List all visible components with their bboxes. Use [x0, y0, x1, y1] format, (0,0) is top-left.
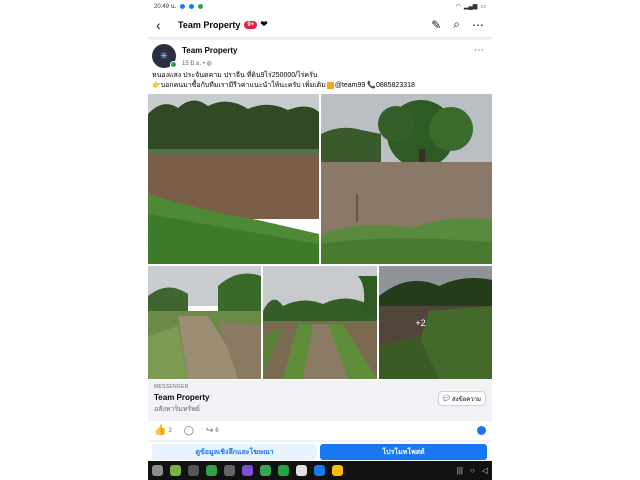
field-photo-1	[148, 94, 319, 264]
more-photos-overlay[interactable]: +2	[379, 266, 492, 379]
signal-icon: ▂▄▆	[463, 3, 478, 10]
post-date: 15 มิ.ย. •	[182, 61, 207, 67]
comment-button[interactable]: ◯	[184, 425, 194, 436]
field-photo-4	[263, 266, 377, 379]
photo-1[interactable]	[148, 94, 319, 264]
wifi-icon: ◠	[455, 3, 461, 10]
post-author[interactable]: Team Property	[182, 46, 237, 55]
send-message-label: ส่งข้อความ	[451, 396, 481, 403]
heart-icon[interactable]: ❤	[260, 19, 268, 30]
more-icon[interactable]: ⋯	[472, 18, 484, 32]
back-arrow-icon[interactable]: ‹	[156, 17, 170, 33]
camera-app-icon[interactable]	[188, 465, 199, 476]
post-header: ✳ Team Property 15 มิ.ย. • ◍ ⋯	[152, 43, 488, 69]
battery-icon: ▭	[480, 3, 486, 10]
system-nav-bar: ||| ○ ◁	[148, 461, 492, 480]
app-icon-2[interactable]	[242, 465, 253, 476]
like-count: 2	[168, 427, 172, 434]
facebook-app-icon[interactable]	[314, 465, 325, 476]
view-insights-button[interactable]: ดูข้อมูลเชิงลึกและโฆษณา	[152, 444, 317, 460]
caption-line-2-text: 👉บอกคนมาซื้อกับทีมเรามีรีวค่าแนะนำให้นะค…	[152, 82, 326, 89]
photo-4[interactable]	[263, 266, 377, 379]
caption-contact: @team99 📞0885823318	[334, 82, 415, 89]
app-icon-1[interactable]	[170, 465, 181, 476]
play-store-icon[interactable]	[260, 465, 271, 476]
status-time: 20:49 น.	[154, 4, 177, 10]
phone-screen: 20:49 น. ◠ ▂▄▆ ▭ ‹ Team Property 9+ ❤ ✎ …	[148, 0, 492, 480]
status-bar: 20:49 น. ◠ ▂▄▆ ▭	[148, 0, 492, 12]
line-app-icon[interactable]	[206, 465, 217, 476]
caption-line-2: 👉บอกคนมาซื้อกับทีมเรามีรีวค่าแนะนำให้นะค…	[152, 81, 488, 91]
emoji-icon	[326, 81, 334, 89]
facebook-notification-icon	[180, 3, 186, 9]
line-notification-icon	[198, 3, 204, 9]
globe-icon: ◍	[206, 61, 212, 67]
reaction-bar: 👍 2 ◯ ↪ 6	[148, 421, 492, 440]
photo-2[interactable]	[321, 94, 492, 264]
maps-app-icon[interactable]	[332, 465, 343, 476]
post-caption: หนองแสง ประจันตคาม ปราจีน ที่ดิน9ไร่2500…	[152, 71, 488, 91]
caption-line-1: หนองแสง ประจันตคาม ปราจีน ที่ดิน9ไร่2500…	[152, 72, 318, 79]
edit-icon[interactable]: ✎	[431, 18, 441, 32]
photo-3[interactable]	[148, 266, 261, 379]
page-header: ‹ Team Property 9+ ❤ ✎ ⌕ ⋯	[148, 12, 492, 38]
messenger-category: อสังหาริมทรัพย์	[154, 406, 200, 413]
comment-icon: ◯	[183, 425, 194, 435]
photo-5[interactable]: +2	[379, 266, 492, 379]
post-card: ✳ Team Property 15 มิ.ย. • ◍ ⋯ หนองแสง ป…	[148, 40, 492, 422]
page-title[interactable]: Team Property	[178, 20, 240, 30]
recent-apps-icon[interactable]: |||	[457, 466, 463, 475]
like-icon: 👍	[154, 425, 167, 436]
notification-badge: 9+	[244, 20, 258, 29]
send-message-button[interactable]: 💬 ส่งข้อความ	[437, 391, 486, 406]
post-meta: 15 มิ.ย. • ◍	[182, 58, 212, 68]
messaging-app-icon[interactable]	[278, 465, 289, 476]
share-button[interactable]: ↪ 6	[206, 425, 219, 436]
search-icon[interactable]: ⌕	[453, 17, 460, 32]
app-grid-icon[interactable]	[152, 465, 163, 476]
home-icon[interactable]: ○	[470, 466, 475, 475]
post-action-buttons: ดูข้อมูลเชิงลึกและโฆษณา โปรโมทโพสต์	[148, 442, 492, 461]
messenger-page-name[interactable]: Team Property	[154, 393, 209, 402]
messenger-notification-icon	[189, 3, 195, 9]
online-status-dot	[170, 61, 177, 68]
share-count: 6	[215, 427, 219, 434]
back-nav-icon[interactable]: ◁	[482, 466, 488, 475]
messenger-label: MESSENGER	[154, 384, 189, 390]
share-icon: ↪	[205, 425, 214, 435]
chrome-icon[interactable]	[296, 465, 307, 476]
field-photo-3	[148, 266, 261, 379]
settings-app-icon[interactable]	[224, 465, 235, 476]
messenger-icon: 💬	[442, 396, 450, 402]
reaction-summary-icon[interactable]	[477, 426, 486, 435]
field-photo-2	[321, 94, 492, 264]
messenger-card[interactable]: MESSENGER Team Property อสังหาริมทรัพย์ …	[148, 380, 492, 422]
post-more-icon[interactable]: ⋯	[474, 45, 484, 56]
like-button[interactable]: 👍 2	[154, 425, 172, 436]
promote-post-button[interactable]: โปรโมทโพสต์	[320, 444, 487, 460]
